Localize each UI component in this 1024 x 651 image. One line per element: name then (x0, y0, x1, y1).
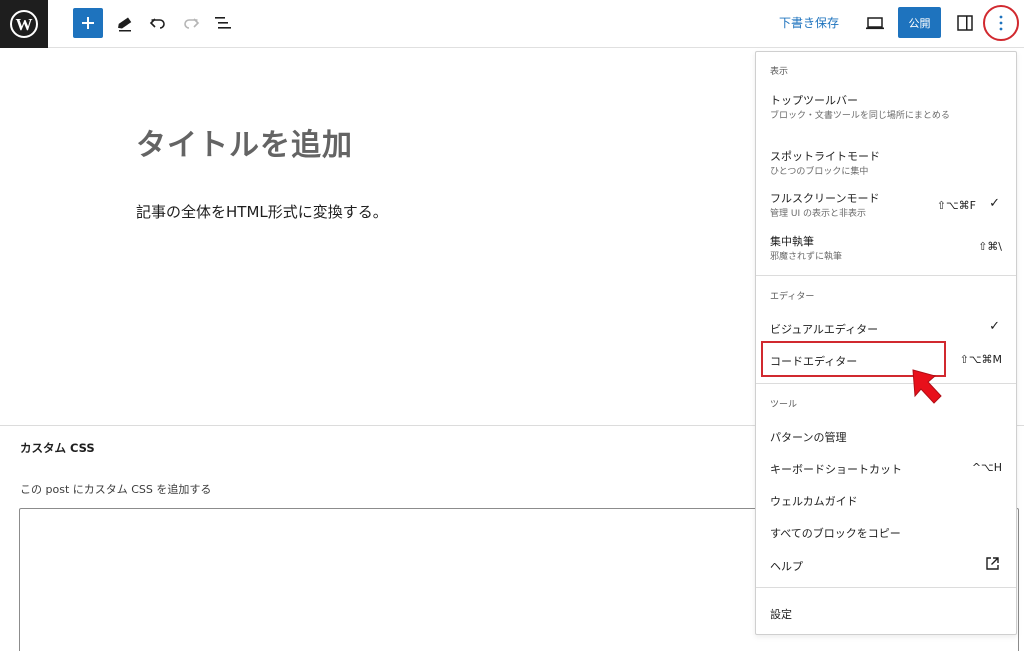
menu-item-description: ひとつのブロックに集中 (770, 167, 869, 177)
menu-item-description: ブロック・文書ツールを同じ場所にまとめる (770, 111, 950, 121)
menu-group-view-heading: 表示 (770, 67, 789, 77)
custom-css-help: この post にカスタム CSS を追加する (20, 483, 212, 496)
menu-item-label: トップツールバー (770, 94, 858, 107)
shortcut-label: ^⌥H (971, 461, 1002, 474)
editor-header: W 下書き保存 公開 (0, 0, 1024, 48)
list-view-button[interactable] (210, 10, 236, 36)
menu-item-label: すべてのブロックをコピー (770, 527, 901, 540)
laptop-icon (866, 17, 884, 30)
plus-icon (82, 17, 94, 29)
menu-item-label: ヘルプ (770, 560, 803, 573)
pencil-icon (118, 17, 132, 32)
save-draft-button[interactable]: 下書き保存 (779, 14, 839, 31)
shortcut-label: ⇧⌥⌘F (936, 199, 976, 212)
menu-item-label: コードエディター (770, 355, 858, 368)
shortcut-label: ⇧⌘\ (978, 240, 1002, 253)
menu-item-label: ビジュアルエディター (770, 323, 879, 336)
menu-item-label: 設定 (770, 608, 792, 621)
add-block-button[interactable] (73, 8, 103, 38)
settings-sidebar-button[interactable] (952, 10, 978, 36)
menu-group-editor-heading: エディター (770, 292, 815, 302)
menu-item-label: キーボードショートカット (770, 463, 902, 476)
check-icon: ✓ (989, 319, 1000, 334)
check-icon: ✓ (989, 196, 1000, 211)
menu-item-label: ウェルカムガイド (770, 495, 858, 508)
menu-item-label: 集中執筆 (770, 235, 814, 248)
post-title-input[interactable]: タイトルを追加 (136, 120, 353, 164)
menu-item-label: フルスクリーンモード (770, 192, 880, 205)
menu-item-description: 邪魔されずに執筆 (770, 252, 843, 262)
menu-divider (756, 275, 1016, 276)
more-vertical-icon (999, 15, 1003, 31)
options-menu: 表示 トップツールバー ブロック・文書ツールを同じ場所にまとめる スポットライト… (755, 51, 1017, 635)
redo-icon (184, 18, 200, 29)
svg-text:W: W (16, 15, 33, 34)
sidebar-icon (957, 15, 973, 31)
undo-icon (149, 18, 165, 29)
redo-button[interactable] (178, 10, 204, 36)
paragraph-block[interactable]: 記事の全体をHTML形式に変換する。 (136, 201, 388, 222)
list-view-icon (215, 17, 231, 29)
options-button[interactable] (983, 5, 1019, 41)
menu-divider (756, 587, 1016, 588)
custom-css-heading: カスタム CSS (20, 441, 95, 455)
shortcut-label: ⇧⌥⌘M (959, 353, 1002, 366)
publish-button[interactable]: 公開 (898, 7, 941, 38)
menu-group-tools-heading: ツール (770, 400, 798, 410)
preview-button[interactable] (862, 10, 888, 36)
menu-item-label: スポットライトモード (770, 150, 880, 163)
arrow-annotation-icon (912, 369, 942, 404)
menu-divider (756, 383, 1016, 384)
wordpress-icon[interactable]: W (0, 0, 48, 48)
tools-button[interactable] (112, 10, 138, 36)
menu-item-label: パターンの管理 (770, 431, 847, 444)
undo-button[interactable] (145, 10, 171, 36)
external-link-icon (986, 557, 999, 570)
